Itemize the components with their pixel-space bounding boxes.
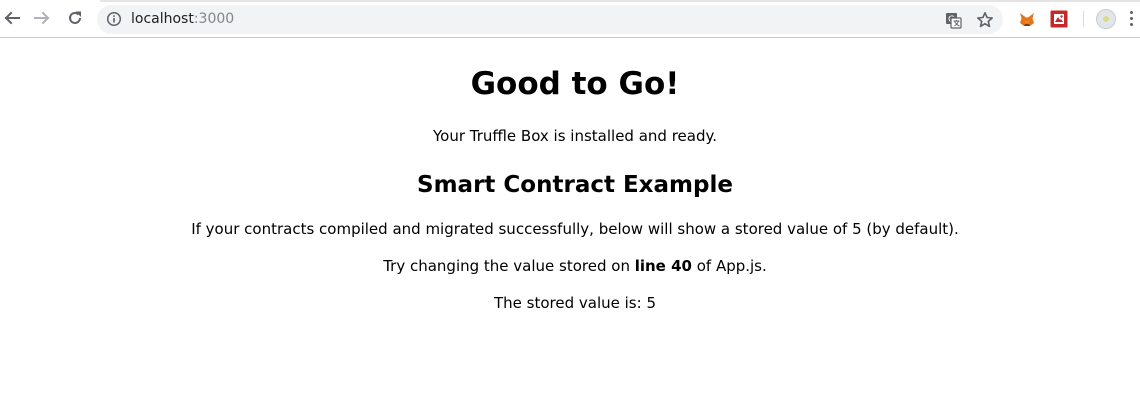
forward-button[interactable] bbox=[30, 6, 54, 30]
try-prefix: Try changing the value stored on bbox=[383, 257, 635, 275]
instructions-text: If your contracts compiled and migrated … bbox=[191, 220, 959, 238]
back-button[interactable] bbox=[0, 6, 24, 30]
url-host: localhost bbox=[131, 11, 194, 27]
arrow-right-icon bbox=[34, 11, 50, 25]
url-port: :3000 bbox=[193, 11, 235, 27]
installed-message: Your Truffle Box is installed and ready. bbox=[432, 127, 717, 145]
toolbar-divider bbox=[1083, 11, 1084, 27]
address-bar[interactable]: localhost:3000 G bbox=[97, 5, 1003, 34]
tab-strip-edge bbox=[100, 0, 1140, 2]
red-extension-icon[interactable] bbox=[1050, 10, 1068, 28]
section-heading: Smart Contract Example bbox=[417, 172, 733, 198]
url-text[interactable]: localhost:3000 bbox=[131, 11, 234, 28]
reload-icon bbox=[69, 11, 81, 24]
kebab-menu-icon[interactable] bbox=[1128, 11, 1136, 29]
translate-icon: G bbox=[945, 12, 962, 29]
arrow-left-icon bbox=[4, 11, 20, 25]
try-changing-text: Try changing the value stored on line 40… bbox=[0, 256, 1140, 276]
page-heading: Good to Go! bbox=[470, 66, 680, 102]
line-number-bold: line 40 bbox=[634, 257, 692, 275]
browser-toolbar: localhost:3000 G bbox=[0, 0, 1140, 38]
metamask-fox-icon[interactable] bbox=[1018, 10, 1036, 28]
bookmark-button[interactable] bbox=[975, 10, 995, 30]
try-suffix: of App.js. bbox=[691, 257, 767, 275]
profile-avatar-icon[interactable] bbox=[1096, 9, 1116, 29]
translate-button[interactable]: G bbox=[943, 10, 963, 30]
stored-value-text: The stored value is: 5 bbox=[494, 294, 656, 312]
star-icon bbox=[977, 12, 993, 28]
info-icon[interactable] bbox=[106, 11, 122, 27]
reload-button[interactable] bbox=[63, 6, 87, 30]
